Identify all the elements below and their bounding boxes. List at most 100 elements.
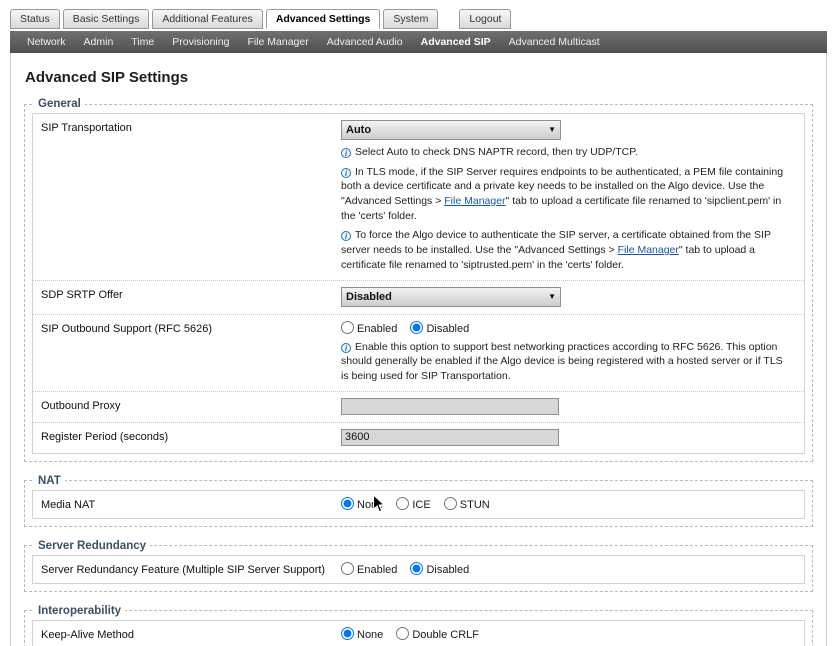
register-period-input[interactable] bbox=[341, 429, 559, 446]
radio-option[interactable]: STUN bbox=[444, 499, 490, 511]
info-icon: i bbox=[341, 168, 351, 178]
radio-option[interactable]: Disabled bbox=[410, 564, 469, 576]
subnav-item-time[interactable]: Time bbox=[122, 36, 163, 48]
media-nat-radio-group: None ICE STUN bbox=[341, 497, 500, 511]
radio-option[interactable]: None bbox=[341, 629, 383, 641]
keep-alive-double-crlf-radio[interactable] bbox=[396, 627, 409, 640]
section-legend-general: General bbox=[34, 98, 85, 110]
info-icon: i bbox=[341, 343, 351, 353]
media-nat-ice-radio[interactable] bbox=[396, 497, 409, 510]
radio-label: STUN bbox=[460, 499, 490, 511]
radio-option[interactable]: Double CRLF bbox=[396, 629, 479, 641]
section-rows: Keep-Alive Method None Double CRLF iThis… bbox=[32, 620, 805, 646]
radio-option[interactable]: ICE bbox=[396, 499, 430, 511]
field-label: Register Period (seconds) bbox=[41, 429, 341, 446]
content-area: Advanced SIP Settings General SIP Transp… bbox=[10, 53, 827, 646]
section-server-redundancy: Server Redundancy Server Redundancy Feat… bbox=[24, 540, 813, 592]
radio-label: None bbox=[357, 499, 383, 511]
field-control bbox=[341, 429, 796, 446]
radio-label: Enabled bbox=[357, 323, 397, 335]
form-row-outbound-proxy: Outbound Proxy bbox=[33, 392, 804, 423]
field-control: Enabled Disabled bbox=[341, 562, 796, 576]
sip-transportation-select[interactable]: Auto bbox=[341, 120, 561, 140]
form-row-keep-alive: Keep-Alive Method None Double CRLF iThis… bbox=[33, 621, 804, 646]
subnav-item-provisioning[interactable]: Provisioning bbox=[163, 36, 238, 48]
section-rows: Server Redundancy Feature (Multiple SIP … bbox=[32, 555, 805, 584]
field-label: Outbound Proxy bbox=[41, 398, 341, 415]
info-text: Select Auto to check DNS NAPTR record, t… bbox=[355, 146, 638, 158]
form-row-sip-transportation: SIP Transportation Auto ▼ i Select Auto t… bbox=[33, 114, 804, 281]
radio-label: None bbox=[357, 629, 383, 641]
field-control: Disabled ▼ bbox=[341, 287, 796, 307]
section-legend-interoperability: Interoperability bbox=[34, 605, 125, 617]
select-wrap: Disabled ▼ bbox=[341, 287, 561, 307]
outbound-proxy-input[interactable] bbox=[341, 398, 559, 415]
form-row-sip-outbound: SIP Outbound Support (RFC 5626) Enabled … bbox=[33, 315, 804, 392]
select-wrap: Auto ▼ bbox=[341, 120, 561, 140]
keep-alive-none-radio[interactable] bbox=[341, 627, 354, 640]
field-info: iTo force the Algo device to authenticat… bbox=[341, 228, 792, 272]
section-legend-server-redundancy: Server Redundancy bbox=[34, 540, 150, 552]
tab-additional-features[interactable]: Additional Features bbox=[152, 9, 262, 29]
file-manager-link[interactable]: File Manager bbox=[444, 195, 505, 207]
field-control: None ICE STUN bbox=[341, 497, 796, 511]
field-label: SIP Transportation bbox=[41, 120, 341, 273]
form-row-register-period: Register Period (seconds) bbox=[33, 423, 804, 453]
field-info: i Select Auto to check DNS NAPTR record, … bbox=[341, 145, 792, 160]
keep-alive-radio-group: None Double CRLF bbox=[341, 627, 489, 641]
tab-advanced-settings[interactable]: Advanced Settings bbox=[266, 9, 381, 29]
form-row-redundancy-feature: Server Redundancy Feature (Multiple SIP … bbox=[33, 556, 804, 583]
page: Status Basic Settings Additional Feature… bbox=[0, 0, 836, 646]
subnav-item-network[interactable]: Network bbox=[18, 36, 75, 48]
sip-outbound-enabled-radio[interactable] bbox=[341, 321, 354, 334]
field-control bbox=[341, 398, 796, 415]
page-title: Advanced SIP Settings bbox=[25, 69, 812, 86]
section-legend-nat: NAT bbox=[34, 475, 65, 487]
radio-option[interactable]: Disabled bbox=[410, 323, 469, 335]
sip-outbound-radio-group: Enabled Disabled bbox=[341, 321, 479, 335]
form-row-media-nat: Media NAT None ICE STUN bbox=[33, 491, 804, 518]
tab-logout[interactable]: Logout bbox=[459, 9, 511, 29]
redundancy-disabled-radio[interactable] bbox=[410, 562, 423, 575]
field-control: Auto ▼ i Select Auto to check DNS NAPTR r… bbox=[341, 120, 796, 273]
media-nat-none-radio[interactable] bbox=[341, 497, 354, 510]
tab-bar: Status Basic Settings Additional Feature… bbox=[10, 8, 827, 29]
radio-option[interactable]: Enabled bbox=[341, 564, 397, 576]
radio-label: Disabled bbox=[426, 564, 469, 576]
radio-label: Double CRLF bbox=[412, 629, 479, 641]
field-info: iEnable this option to support best netw… bbox=[341, 340, 792, 384]
info-icon: i bbox=[341, 148, 351, 158]
subnav-item-file-manager[interactable]: File Manager bbox=[238, 36, 317, 48]
section-interoperability: Interoperability Keep-Alive Method None … bbox=[24, 605, 813, 646]
file-manager-link[interactable]: File Manager bbox=[618, 244, 679, 256]
field-label: Keep-Alive Method bbox=[41, 627, 341, 646]
section-nat: NAT Media NAT None ICE STUN bbox=[24, 475, 813, 527]
subnav-bar: Network Admin Time Provisioning File Man… bbox=[10, 31, 827, 53]
field-control: None Double CRLF iThis setting will enab… bbox=[341, 627, 796, 646]
subnav-item-admin[interactable]: Admin bbox=[75, 36, 123, 48]
field-label: Server Redundancy Feature (Multiple SIP … bbox=[41, 562, 341, 576]
radio-label: Enabled bbox=[357, 564, 397, 576]
media-nat-stun-radio[interactable] bbox=[444, 497, 457, 510]
tab-basic-settings[interactable]: Basic Settings bbox=[63, 9, 150, 29]
section-general: General SIP Transportation Auto ▼ i Selec… bbox=[24, 98, 813, 462]
info-text: Enable this option to support best netwo… bbox=[341, 341, 783, 382]
subnav-item-advanced-audio[interactable]: Advanced Audio bbox=[318, 36, 412, 48]
radio-option[interactable]: None bbox=[341, 499, 383, 511]
tab-status[interactable]: Status bbox=[10, 9, 60, 29]
radio-label: ICE bbox=[412, 499, 430, 511]
field-label: SDP SRTP Offer bbox=[41, 287, 341, 307]
tab-system[interactable]: System bbox=[383, 9, 438, 29]
radio-label: Disabled bbox=[426, 323, 469, 335]
section-rows: Media NAT None ICE STUN bbox=[32, 490, 805, 519]
redundancy-enabled-radio[interactable] bbox=[341, 562, 354, 575]
redundancy-radio-group: Enabled Disabled bbox=[341, 562, 479, 576]
subnav-item-advanced-sip[interactable]: Advanced SIP bbox=[412, 36, 500, 48]
radio-option[interactable]: Enabled bbox=[341, 323, 397, 335]
sdp-srtp-offer-select[interactable]: Disabled bbox=[341, 287, 561, 307]
form-row-sdp-srtp-offer: SDP SRTP Offer Disabled ▼ bbox=[33, 281, 804, 315]
subnav-item-advanced-multicast[interactable]: Advanced Multicast bbox=[500, 36, 609, 48]
field-info: iIn TLS mode, if the SIP Server requires… bbox=[341, 165, 792, 224]
sip-outbound-disabled-radio[interactable] bbox=[410, 321, 423, 334]
field-label: Media NAT bbox=[41, 497, 341, 511]
